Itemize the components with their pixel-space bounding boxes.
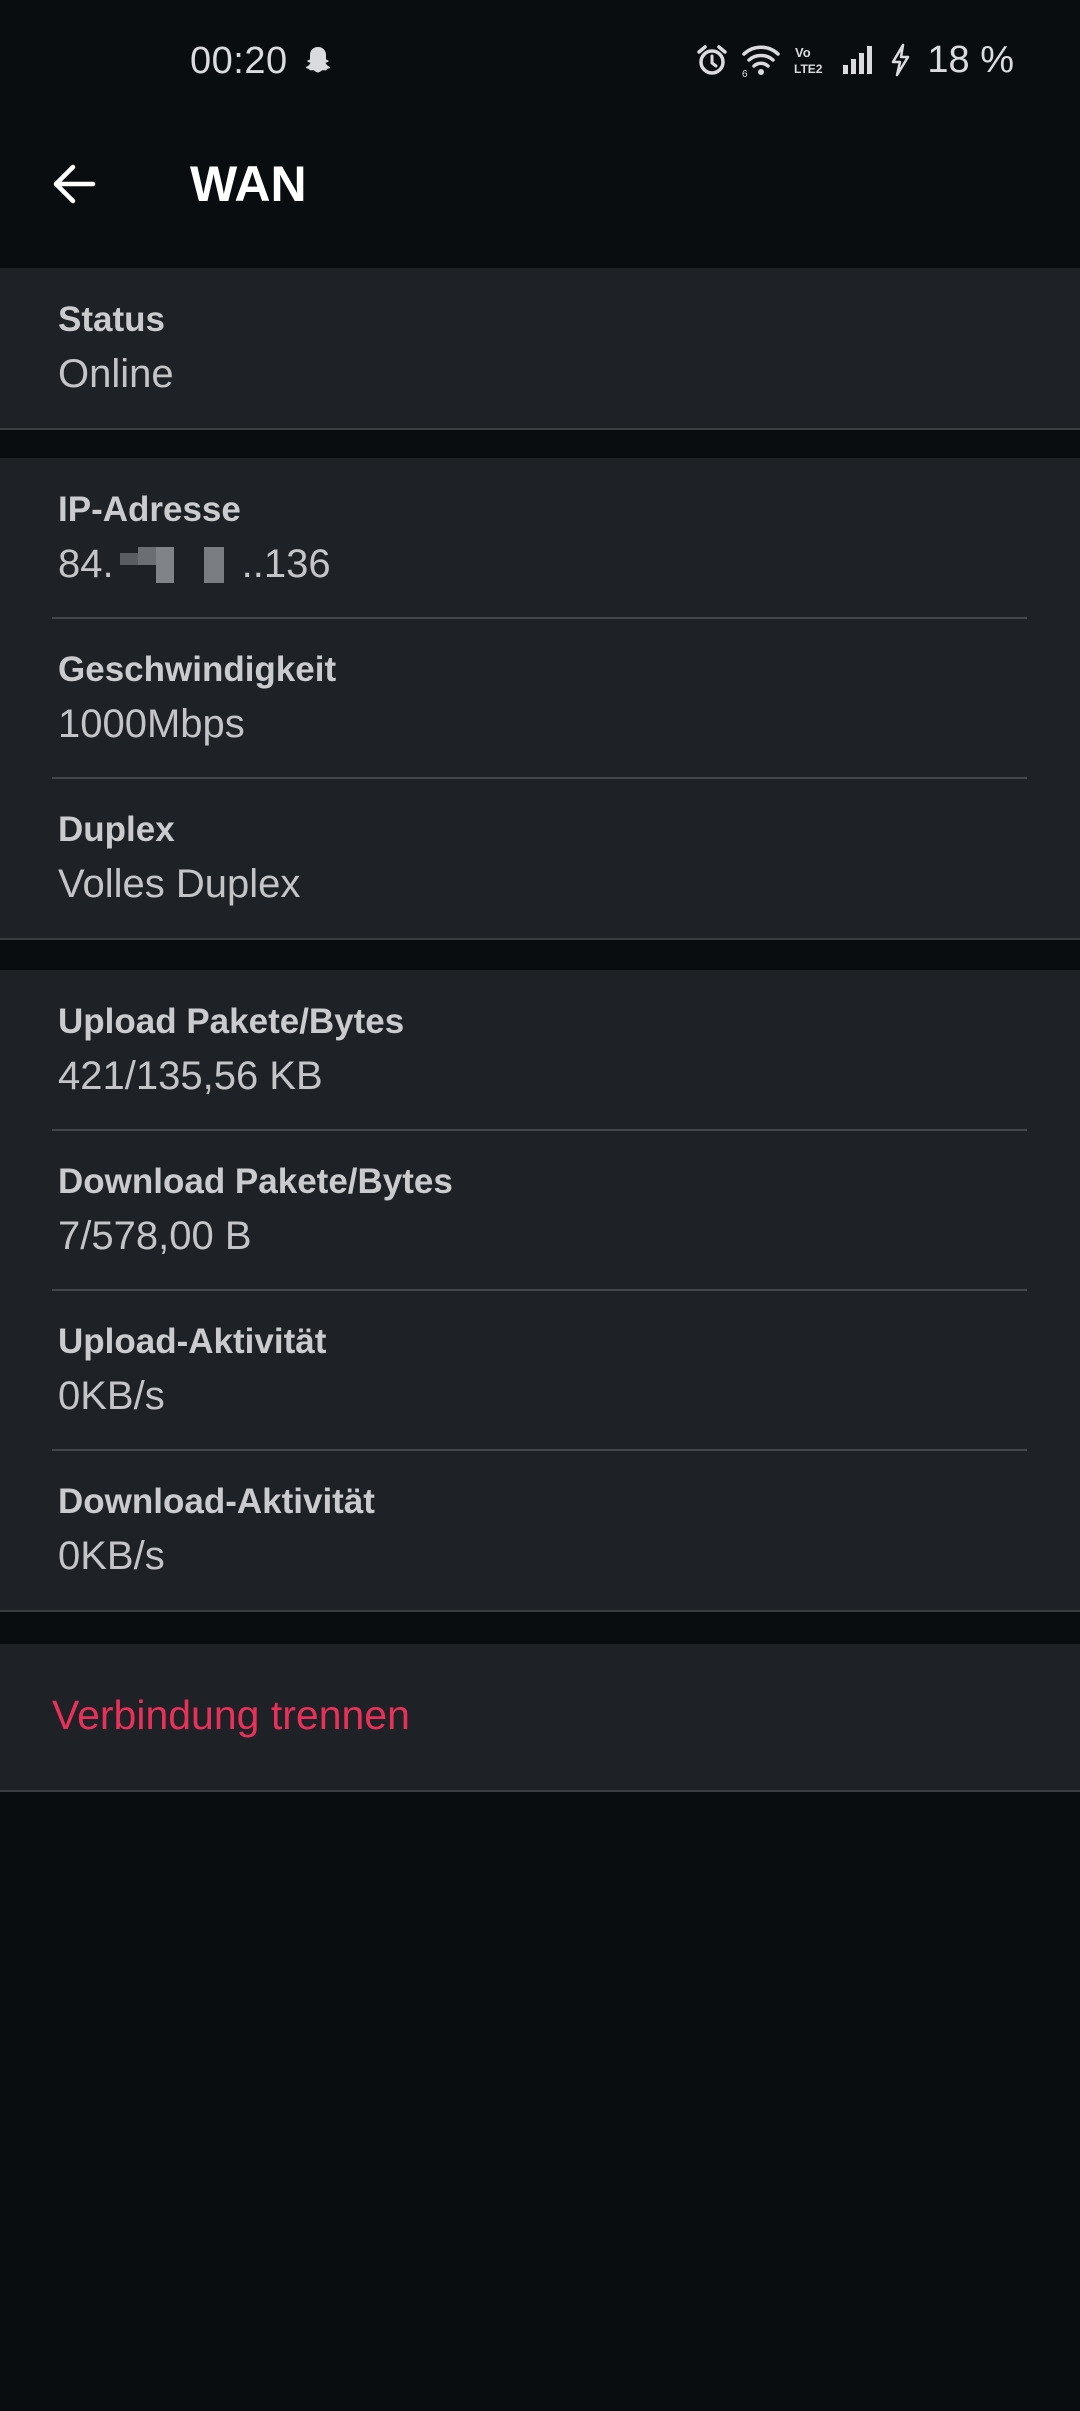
charging-icon: [892, 43, 910, 77]
status-icons: 6 Vo LTE2 18 %: [695, 38, 1014, 82]
duplex-row: Duplex Volles Duplex: [0, 777, 1080, 938]
svg-text:6: 6: [742, 69, 748, 78]
connection-card: IP-Adresse 84. ..136 Geschwindigkeit 100…: [0, 458, 1080, 940]
download-activity-row: Download-Aktivität 0KB/s: [0, 1449, 1080, 1610]
download-packets-row: Download Pakete/Bytes 7/578,00 B: [0, 1129, 1080, 1290]
upload-activity-row: Upload-Aktivität 0KB/s: [0, 1289, 1080, 1450]
status-row: Status Online: [0, 268, 1080, 428]
app-toolbar: WAN: [0, 124, 1080, 268]
battery-percent: 18 %: [927, 38, 1014, 81]
download-packets-value: 7/578,00 B: [58, 1214, 252, 1258]
disconnect-button[interactable]: Verbindung trennen: [0, 1644, 1080, 1792]
status-time: 00:20: [190, 40, 288, 82]
volte-icon: Vo LTE2: [794, 45, 823, 76]
duplex-label: Duplex: [58, 810, 175, 849]
upload-activity-value: 0KB/s: [58, 1374, 165, 1418]
svg-text:LTE2: LTE2: [794, 62, 823, 76]
svg-text:Vo: Vo: [795, 45, 811, 60]
ip-prefix: 84.: [58, 542, 114, 586]
snapchat-icon: [306, 47, 330, 73]
ip-redaction-mosaic: [116, 543, 240, 587]
ip-suffix: ..136: [241, 542, 331, 586]
upload-packets-row: Upload Pakete/Bytes 421/135,56 KB: [0, 970, 1080, 1130]
upload-packets-value: 421/135,56 KB: [58, 1054, 323, 1098]
download-packets-label: Download Pakete/Bytes: [58, 1162, 453, 1201]
arrow-left-icon: [53, 164, 96, 204]
back-button[interactable]: [36, 146, 112, 222]
status-label: Status: [58, 300, 165, 339]
alarm-icon: [697, 45, 728, 75]
speed-label: Geschwindigkeit: [58, 650, 337, 689]
status-bar: 00:20 6 Vo LTE2 18 %: [0, 0, 1080, 124]
traffic-card: Upload Pakete/Bytes 421/135,56 KB Downlo…: [0, 970, 1080, 1612]
status-value: Online: [58, 352, 174, 396]
disconnect-label: Verbindung trennen: [52, 1692, 410, 1738]
status-card: Status Online: [0, 268, 1080, 430]
signal-icon: [843, 46, 873, 74]
upload-packets-label: Upload Pakete/Bytes: [58, 1002, 405, 1041]
upload-activity-label: Upload-Aktivität: [58, 1322, 327, 1361]
duplex-value: Volles Duplex: [58, 862, 301, 906]
download-activity-label: Download-Aktivität: [58, 1482, 375, 1521]
ip-address-row: IP-Adresse 84. ..136: [0, 458, 1080, 618]
page-title: WAN: [190, 156, 307, 212]
ip-address-label: IP-Adresse: [58, 490, 241, 529]
speed-row: Geschwindigkeit 1000Mbps: [0, 617, 1080, 778]
speed-value: 1000Mbps: [58, 702, 245, 746]
wifi-icon: 6: [742, 45, 781, 78]
ip-address-value: 84. ..136: [58, 542, 331, 587]
download-activity-value: 0KB/s: [58, 1534, 165, 1578]
